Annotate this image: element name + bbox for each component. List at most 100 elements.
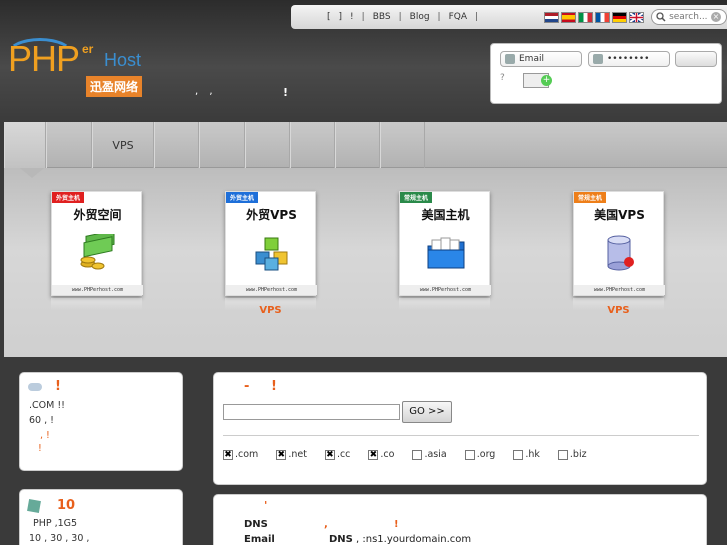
tld-checkbox[interactable]: ✖ <box>223 449 233 460</box>
top-link-1[interactable]: [ <box>323 12 335 22</box>
tld-option[interactable]: .biz <box>557 449 587 460</box>
tld-label: .biz <box>569 449 587 460</box>
tld-checkbox[interactable] <box>557 449 568 460</box>
fqa-link[interactable]: FQA <box>445 12 471 22</box>
tld-label: .asia <box>424 449 447 460</box>
tld-checkbox[interactable]: ✖ <box>368 449 379 460</box>
panel-text: , ! <box>40 430 50 441</box>
bbs-link[interactable]: BBS <box>369 12 395 22</box>
hosting-panel: 10 PHP ,1G5 10 , 30 , 30 , <box>19 489 183 545</box>
product-showcase: VPS 外贸主机 外贸空间 www.PHPerhost.com 外贸主机 外贸V… <box>4 122 727 357</box>
tld-checkbox[interactable]: ✖ <box>276 449 287 460</box>
password-value: •••••••• <box>607 54 650 64</box>
flag-spain-icon[interactable] <box>561 11 577 23</box>
tld-checkbox[interactable] <box>412 449 423 460</box>
top-link-2[interactable]: ] <box>335 12 347 22</box>
search-input[interactable]: search... × <box>651 9 727 25</box>
nav-item-vps[interactable]: VPS <box>92 122 154 168</box>
nav-item[interactable] <box>335 122 380 168</box>
panel-text: .COM !! <box>29 400 65 411</box>
password-field[interactable]: •••••••• <box>588 51 670 67</box>
product-card-us-hosting[interactable]: 常规主机 美国主机 www.PHPerhost.com <box>399 191 491 296</box>
tld-label: .cc <box>336 449 351 460</box>
nav-item[interactable] <box>290 122 335 168</box>
nav-pointer <box>20 168 44 178</box>
tld-option[interactable]: ✖ .com <box>223 449 258 460</box>
cloud-icon <box>28 383 42 391</box>
nav-item[interactable] <box>380 122 425 168</box>
top-bar: [ ] ! | BBS | Blog | FQA | search... × <box>291 5 727 29</box>
go-button[interactable]: GO >> <box>402 401 452 423</box>
panel-text: 60 , ! <box>29 415 54 426</box>
dns-comma: , <box>324 519 328 530</box>
tld-label: .hk <box>525 449 540 460</box>
folder-icon <box>427 237 465 269</box>
clear-icon[interactable]: × <box>711 12 721 22</box>
dns-label-2: DNS <box>329 534 353 545</box>
promo-panel: ! .COM !! 60 , ! , ! ! <box>19 372 183 471</box>
tld-option[interactable]: .org <box>464 449 496 460</box>
product-footer: www.PHPerhost.com <box>226 285 317 295</box>
domain-input[interactable] <box>223 404 400 420</box>
nav-item[interactable] <box>154 122 199 168</box>
header: [ ] ! | BBS | Blog | FQA | search... × P… <box>0 0 727 122</box>
product-card-foreign-vps[interactable]: 外贸主机 外贸VPS www.PHPerhost.com <box>225 191 317 296</box>
flag-uk-icon[interactable] <box>629 11 645 23</box>
product-title: 外贸空间 <box>73 208 122 222</box>
nav-item-home[interactable] <box>4 122 46 168</box>
dns-label: DNS <box>244 519 268 530</box>
tld-option[interactable]: .hk <box>513 449 540 460</box>
product-card-foreign-hosting[interactable]: 外贸主机 外贸空间 www.PHPerhost.com <box>51 191 143 296</box>
panel-text: ! <box>38 443 42 454</box>
tld-checkbox[interactable]: ✖ <box>324 449 335 460</box>
logo[interactable]: PHP er Host 迅盈网络 <box>6 32 156 112</box>
tld-checkbox[interactable] <box>464 449 475 460</box>
nav-item[interactable] <box>245 122 290 168</box>
product-footer: www.PHPerhost.com <box>52 285 143 295</box>
product-card-us-vps[interactable]: 常规主机 美国VPS www.PHPerhost.com <box>573 191 665 296</box>
dns-panel: ' DNS , ! Email DNS , :ns1.yourdomain.co… <box>213 494 707 545</box>
flag-italy-icon[interactable] <box>578 11 594 23</box>
register-icon[interactable] <box>523 73 552 88</box>
help-icon[interactable]: ? <box>500 73 518 87</box>
product-label-vps[interactable]: VPS <box>573 305 664 316</box>
flag-germany-icon[interactable] <box>612 11 628 23</box>
reflection <box>51 298 142 310</box>
tld-label: .org <box>476 449 496 460</box>
panel-text: PHP ,1G5 <box>33 518 78 529</box>
separator: | <box>398 12 402 22</box>
flag-france-icon[interactable] <box>595 11 611 23</box>
logo-php: PHP <box>8 38 80 79</box>
product-tag: 外贸主机 <box>52 192 85 203</box>
panel-heading: 10 <box>57 498 76 513</box>
tld-option[interactable]: .asia <box>412 449 447 460</box>
blog-link[interactable]: Blog <box>406 12 434 22</box>
domain-search-panel: - ! GO >> ✖ .com ✖ .net ✖ .cc ✖ .co .asia .org .hk… <box>213 372 707 485</box>
money-icon <box>80 234 115 270</box>
database-icon <box>607 235 634 271</box>
language-flags <box>544 11 645 23</box>
tld-checkbox[interactable] <box>513 449 524 460</box>
product-title: 外贸VPS <box>246 208 297 222</box>
top-links: [ ] ! | BBS | Blog | FQA | <box>323 12 482 22</box>
product-title: 美国主机 <box>421 208 470 222</box>
tld-option[interactable]: ✖ .cc <box>324 449 351 460</box>
key-icon <box>593 54 603 64</box>
tld-option[interactable]: ✖ .co <box>368 449 394 460</box>
login-button[interactable] <box>675 51 717 67</box>
top-link-3[interactable]: ! <box>346 12 358 22</box>
product-label-vps[interactable]: VPS <box>225 305 316 316</box>
login-box: Email •••••••• ? <box>490 43 722 104</box>
panel-text: 10 , 30 , 30 , <box>29 533 90 544</box>
nav-item[interactable] <box>199 122 245 168</box>
tld-options: ✖ .com ✖ .net ✖ .cc ✖ .co .asia .org .hk .biz <box>223 449 605 460</box>
search-placeholder: search... <box>669 12 708 22</box>
email-field[interactable]: Email <box>500 51 582 67</box>
reflection <box>399 298 490 310</box>
product-tag: 常规主机 <box>574 192 607 203</box>
flag-netherlands-icon[interactable] <box>544 11 560 23</box>
cube-icon <box>27 499 41 513</box>
email-label: Email <box>244 534 275 545</box>
nav-item[interactable] <box>46 122 92 168</box>
tld-option[interactable]: ✖ .net <box>276 449 307 460</box>
